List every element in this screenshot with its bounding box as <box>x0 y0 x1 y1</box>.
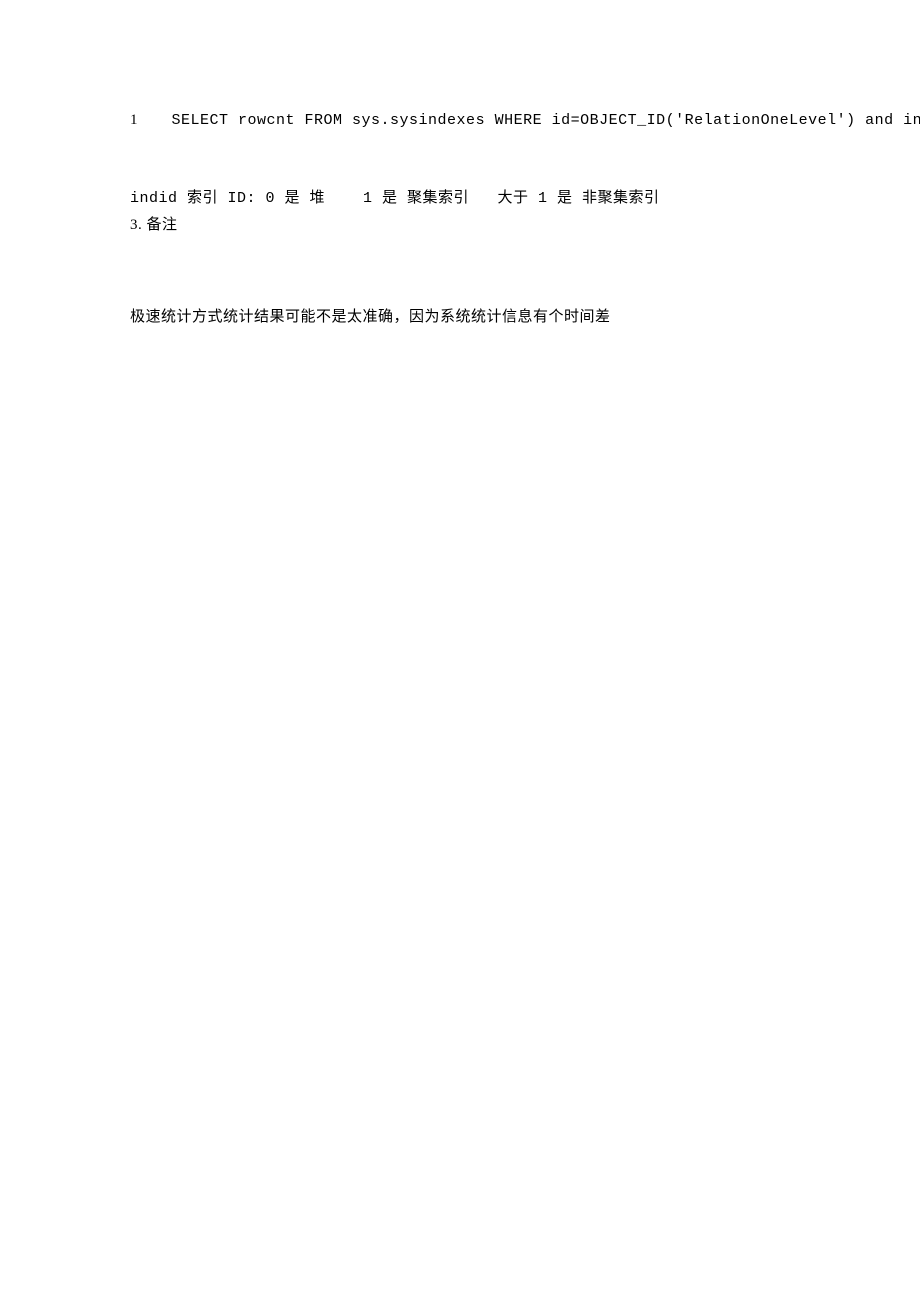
sql-statement: SELECT rowcnt FROM sys.sysindexes WHERE … <box>172 112 920 129</box>
line-number: 1 <box>130 108 162 132</box>
code-block: 1 SELECT rowcnt FROM sys.sysindexes WHER… <box>130 108 890 133</box>
summary-text: 极速统计方式统计结果可能不是太准确，因为系统统计信息有个时间差 <box>130 305 890 329</box>
indid-description: indid 索引 ID: 0 是 堆 1 是 聚集索引 大于 1 是 非聚集索引 <box>130 187 890 211</box>
section-label: 3. 备注 <box>130 213 890 237</box>
